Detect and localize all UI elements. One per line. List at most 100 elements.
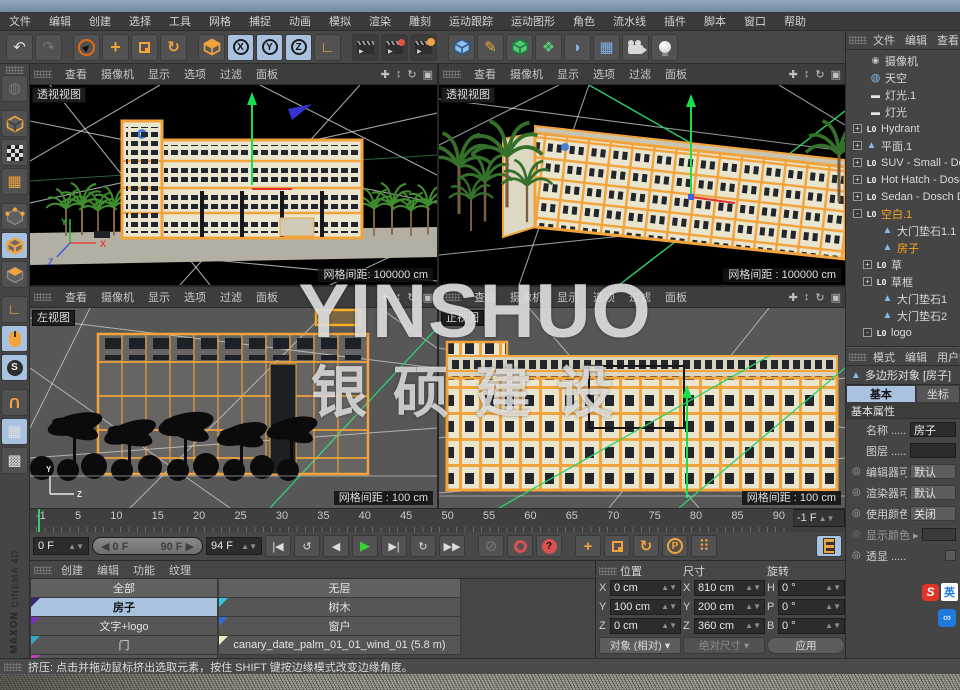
object-tree-item[interactable]: 房子 [846,239,960,256]
zoom-view-icon[interactable]: ↕ [396,68,402,81]
workplane-lock-button[interactable]: ▦ [1,418,28,445]
spinner-icon[interactable]: ▲▼ [661,602,677,611]
spinner-icon[interactable]: ▲▼ [825,583,841,592]
use-color-dropdown[interactable]: 关闭 [910,506,956,521]
layer-menu-item[interactable]: 纹理 [162,562,198,578]
menu-item[interactable]: 帮助 [775,13,815,29]
key-position-button[interactable]: + [575,535,601,557]
apply-button[interactable]: 应用 [767,637,845,654]
mograph-button[interactable]: ❖ [535,34,562,61]
coordinate-mode-dropdown[interactable]: 对象 (相对)▾ [599,637,681,654]
floor-button[interactable]: ▦ [593,34,620,61]
object-tree-item[interactable]: + SUV - Small - Dosch [846,154,960,171]
viewport-menu-item[interactable]: 面板 [658,289,694,305]
viewport-left[interactable]: 查看摄像机显示选项过滤面板 ✚↕↻▣ 左视图 网格间距 : 100 cm [30,287,437,508]
spinner-icon[interactable]: ▲▼ [825,621,841,630]
expander-icon[interactable]: + [853,124,862,133]
model-mode-button[interactable] [1,110,28,137]
zoom-view-icon[interactable]: ↕ [804,291,810,304]
object-tree-item[interactable]: 灯光 [846,103,960,120]
size-field[interactable]: 200 cm▲▼ [694,599,765,615]
object-tree-item[interactable]: 大门垫石1.1 [846,222,960,239]
viewport-menu-item[interactable]: 过滤 [213,66,249,82]
menu-item[interactable]: 插件 [655,13,695,29]
viewport-perspective-1[interactable]: 查看摄像机显示选项过滤面板 ✚↕↻▣ 透视视图 网格间距: 100000 cm [30,64,437,285]
viewport-menu-item[interactable]: 查看 [467,66,503,82]
z-axis-lock-button[interactable]: Z [285,34,312,61]
object-tree-item[interactable]: 灯光.1 [846,86,960,103]
menu-item[interactable]: 角色 [564,13,604,29]
rotate-button[interactable]: ↻ [160,34,187,61]
redo-button[interactable]: ↷ [35,34,62,61]
timeline-playhead[interactable] [38,509,40,533]
attribute-menu-item[interactable]: 用户数据 [932,349,960,365]
magnet-snap-button[interactable]: U [1,389,28,416]
ime-tool-icon[interactable]: ∞ [938,609,956,627]
spline-pen-button[interactable]: ✎ [477,34,504,61]
pan-view-icon[interactable]: ✚ [789,68,798,81]
layer-row[interactable]: 房子 [30,598,218,617]
viewport-menu-item[interactable]: 面板 [249,289,285,305]
make-editable-button[interactable]: ◍ [1,75,28,102]
radio-icon[interactable]: ◎ [852,550,863,561]
viewport-menu-item[interactable]: 过滤 [622,289,658,305]
rotation-field[interactable]: 0 °▲▼ [778,580,845,596]
timeline-frame-field[interactable]: -1 F▲▼ [793,509,845,527]
menu-item[interactable]: 运动跟踪 [440,13,502,29]
current-frame-field[interactable]: 0 F▲▼ [33,537,89,555]
object-tree-item[interactable]: + Hot Hatch - Dosch [846,171,960,188]
timeline-ruler[interactable]: -151015202530354045505560657075808590 -1… [30,508,845,532]
viewport4-canvas[interactable]: 正视图 网格间距 : 100 cm [439,308,845,508]
object-tree-item[interactable]: 摄像机 [846,52,960,69]
attribute-menu-item[interactable]: 模式 [868,349,900,365]
object-tree-item[interactable]: + Hydrant [846,120,960,137]
camera-button[interactable] [622,34,649,61]
texture-mode-button[interactable] [1,139,28,166]
menu-item[interactable]: 捕捉 [240,13,280,29]
menu-item[interactable]: 编辑 [40,13,80,29]
expander-icon[interactable]: - [863,328,872,337]
undo-button[interactable]: ↶ [6,34,33,61]
layer-row[interactable]: 门 [30,636,218,655]
object-tree-item[interactable]: 大门垫石2 [846,307,960,324]
layer-menu-item[interactable]: 创建 [54,562,90,578]
ime-language-badge[interactable]: 英 [941,583,958,601]
spinner-icon[interactable]: ▲▼ [745,583,761,592]
pan-view-icon[interactable]: ✚ [381,291,390,304]
light-button[interactable] [651,34,678,61]
y-axis-lock-button[interactable]: Y [256,34,283,61]
render-picture-viewer-button[interactable] [381,34,408,61]
viewport-menu-item[interactable]: 摄像机 [503,66,550,82]
viewport-menu-item[interactable]: 选项 [177,66,213,82]
viewport-menu-item[interactable]: 面板 [658,66,694,82]
rotate-view-icon[interactable]: ↻ [815,68,824,81]
viewport-menu-item[interactable]: 查看 [467,289,503,305]
viewport-menu-item[interactable]: 过滤 [213,289,249,305]
layer-row[interactable]: 无层 [218,579,461,598]
key-scale-button[interactable] [604,535,630,557]
tab-coordinates[interactable]: 坐标 [916,385,960,403]
key-pla-button[interactable]: ⠿ [691,535,717,557]
keyframe-strip-button[interactable] [816,535,842,557]
layer-row[interactable]: 文字+logo [30,617,218,636]
expander-icon[interactable]: + [863,260,872,269]
enable-axis-button[interactable]: ∟ [1,296,28,323]
viewport-menu-item[interactable]: 选项 [586,66,622,82]
viewport-menu-item[interactable]: 面板 [249,66,285,82]
position-field[interactable]: 0 cm▲▼ [610,580,681,596]
frame-range-slider[interactable]: ◀ 0 F90 F ▶ [92,537,203,555]
name-input[interactable]: 房子 [910,422,956,437]
add-primitive-button[interactable] [448,34,475,61]
expander-icon[interactable]: + [853,175,862,184]
ime-toolbar[interactable]: S 英 [922,583,958,601]
viewport-menu-item[interactable]: 查看 [58,66,94,82]
viewport-menu-item[interactable]: 摄像机 [94,289,141,305]
rotate-view-icon[interactable]: ↻ [407,291,416,304]
rotation-field[interactable]: 0 °▲▼ [778,599,845,615]
menu-item[interactable]: 雕刻 [400,13,440,29]
zoom-view-icon[interactable]: ↕ [804,68,810,81]
workplane-clamp-button[interactable]: ▩ [1,447,28,474]
expander-icon[interactable]: + [863,277,872,286]
keyframe-selection-button[interactable]: ? [536,535,562,557]
object-manager-menu-item[interactable]: 文件 [868,32,900,48]
